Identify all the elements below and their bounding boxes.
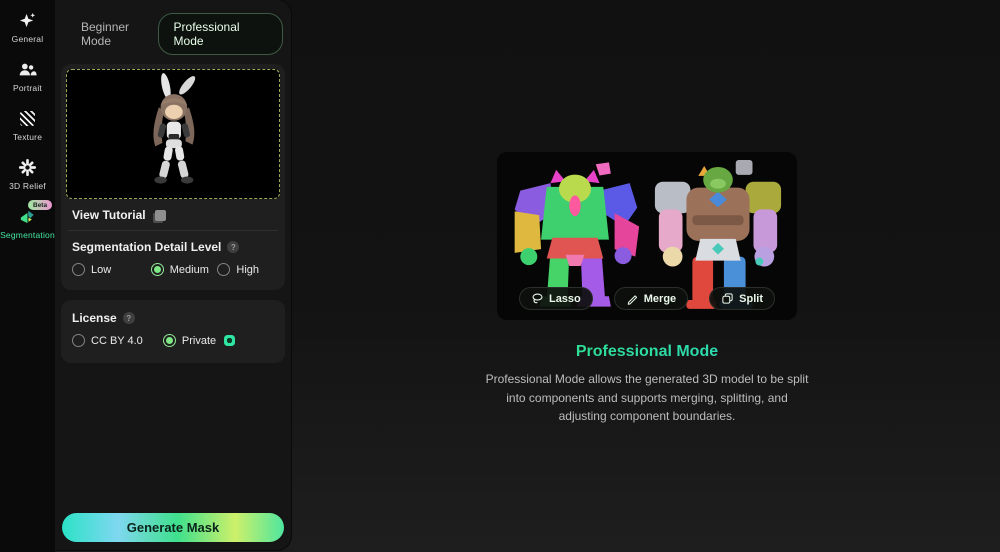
split-button[interactable]: Split [709,287,776,310]
figure-preview-image [153,73,196,184]
radio-medium[interactable]: Medium [150,263,218,276]
input-card: View Tutorial Segmentation Detail Level … [61,64,285,290]
sidebar-item-label: 3D Relief [9,181,46,191]
lasso-label: Lasso [548,292,581,305]
merge-button[interactable]: Merge [613,287,689,310]
license-header: License ? [66,302,280,332]
radio-low[interactable]: Low [72,263,151,276]
sidebar-item-label: Segmentation [0,230,55,240]
beta-badge: Beta [28,200,53,210]
detail-level-header: Segmentation Detail Level ? [66,231,280,261]
sidebar-item-label: General [11,34,44,44]
sidebar-item-general[interactable]: General [0,10,55,44]
radio-circle [72,263,85,276]
radio-high[interactable]: High [217,263,274,276]
license-options: CC BY 4.0 Private [66,332,280,359]
showcase: Lasso Merge Split Professional Mode Prof… [481,152,813,426]
help-icon[interactable]: ? [227,241,240,253]
radio-label: Medium [169,263,209,276]
sidebar: General Portrait Texture 3D Relief Beta … [0,0,55,552]
radio-circle-checked [150,263,164,276]
sidebar-item-label: Portrait [13,83,42,93]
tutorial-video-icon [154,209,166,221]
radio-circle [72,334,85,347]
mode-tabs: Beginner Mode Professional Mode [55,0,291,64]
lasso-button[interactable]: Lasso [518,287,593,310]
tab-professional-mode[interactable]: Professional Mode [157,13,283,55]
radio-label: Low [91,263,112,276]
app-window: General Portrait Texture 3D Relief Beta … [0,0,1000,552]
merge-label: Merge [643,292,677,305]
tab-beginner-mode[interactable]: Beginner Mode [81,20,158,48]
license-title: License [72,311,117,325]
license-card: License ? CC BY 4.0 Private [61,300,285,363]
generate-mask-button[interactable]: Generate Mask [62,513,284,542]
radio-circle-checked [162,334,176,347]
split-icon [722,293,733,304]
sidebar-item-segmentation[interactable]: Beta Segmentation [0,200,55,240]
sidebar-item-3d-relief[interactable]: 3D Relief [0,157,55,191]
portrait-group-icon [18,59,37,79]
detail-level-options: Low Medium High [66,261,280,288]
model-preview[interactable] [66,69,280,199]
radio-private[interactable]: Private [162,334,274,347]
sidebar-item-label: Texture [12,132,43,142]
help-icon[interactable]: ? [122,312,135,324]
radio-cc-by[interactable]: CC BY 4.0 [72,334,163,347]
merge-pen-icon [627,295,637,305]
segmentation-icon: Beta [18,200,53,226]
radio-label: CC BY 4.0 [91,334,143,347]
main-content: Lasso Merge Split Professional Mode Prof… [291,0,1000,552]
sparkle-icon [18,10,37,30]
showcase-title: Professional Mode [481,343,813,361]
sidebar-item-portrait[interactable]: Portrait [0,59,55,93]
tool-buttons: Lasso Merge Split [497,287,797,310]
view-tutorial[interactable]: View Tutorial [66,199,280,230]
radio-label: Private [181,334,217,347]
split-label: Split [739,292,764,305]
detail-level-title: Segmentation Detail Level [72,240,222,254]
settings-panel: Beginner Mode Professional Mode View Tut… [55,0,291,550]
lasso-icon [532,293,543,304]
showcase-image: Lasso Merge Split [497,152,797,320]
sidebar-item-texture[interactable]: Texture [0,108,55,142]
radio-label: High [236,263,260,276]
showcase-description: Professional Mode allows the generated 3… [485,372,809,424]
view-tutorial-label: View Tutorial [72,208,146,222]
relief-gear-icon [18,157,37,177]
radio-circle [217,263,231,276]
texture-stripes-icon [20,108,35,128]
private-badge-icon [224,335,236,346]
